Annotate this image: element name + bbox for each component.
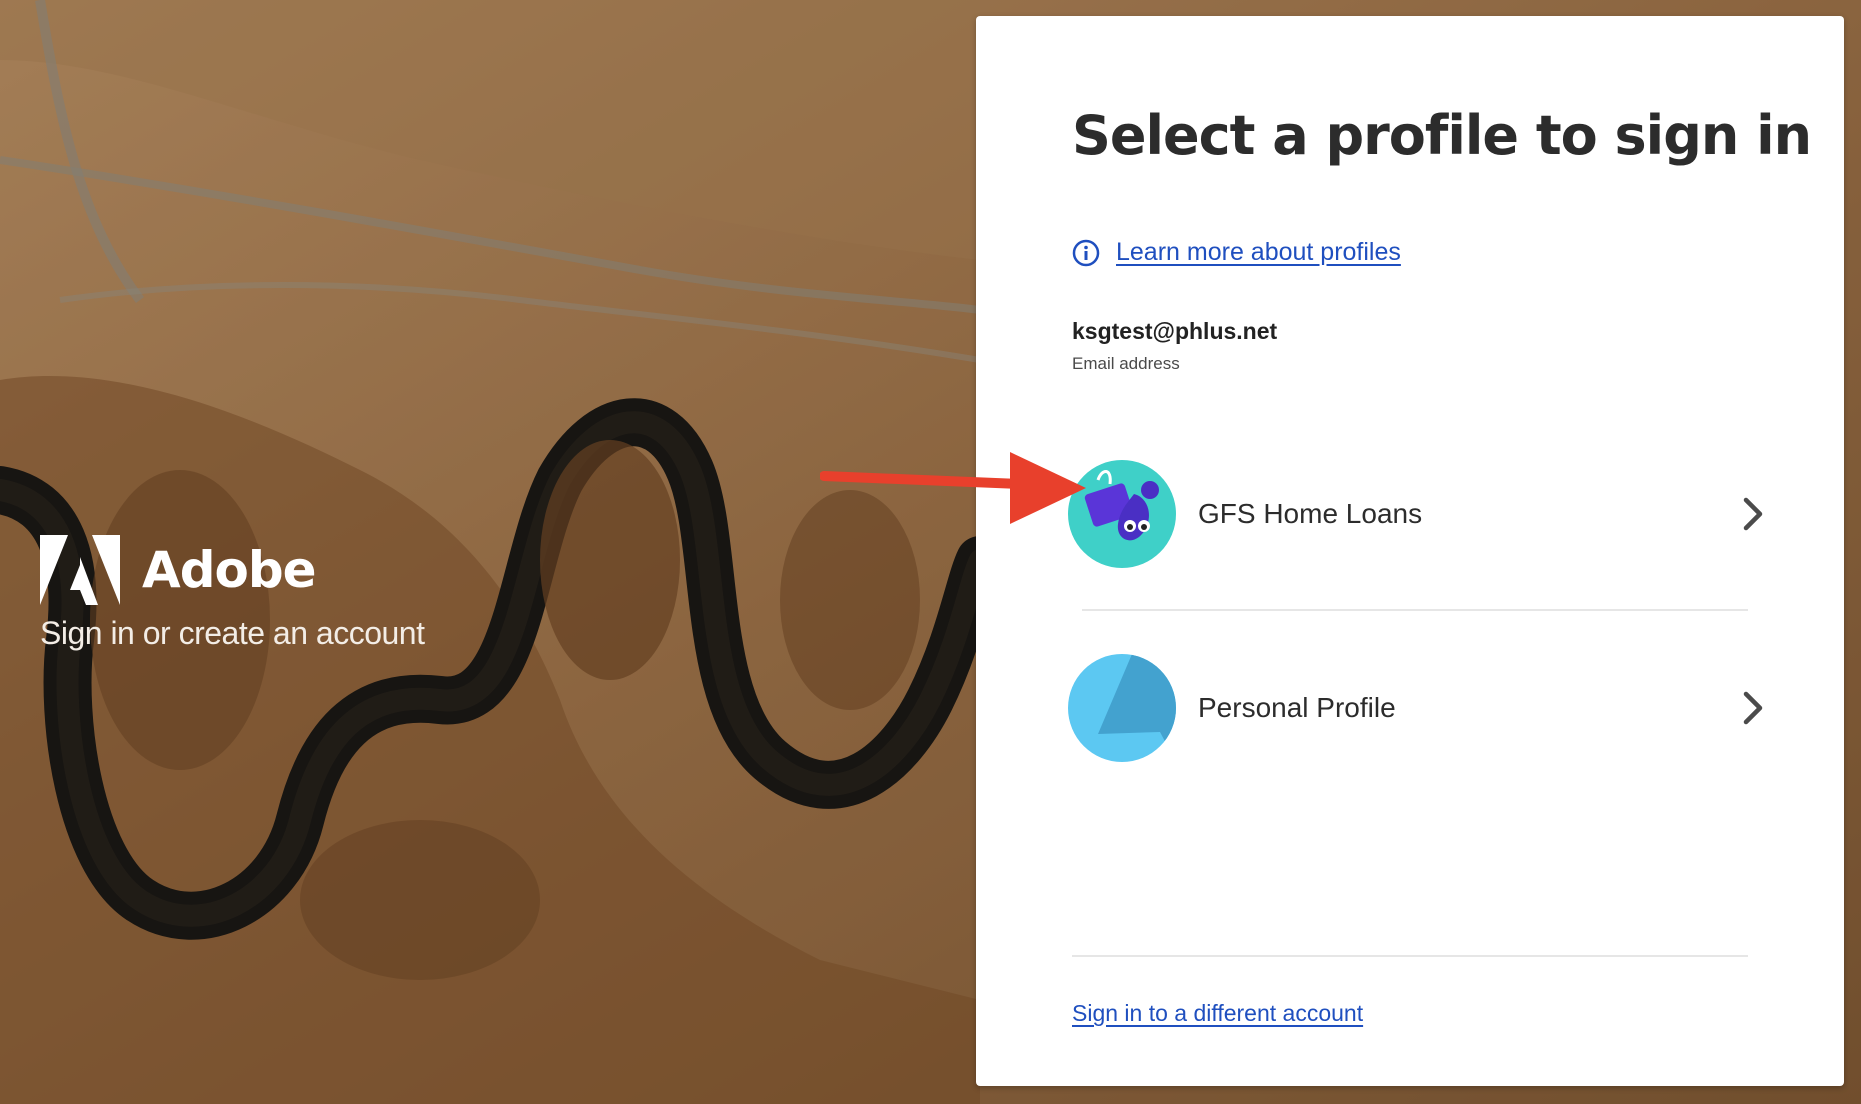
email-label: Email address [1072,354,1180,373]
brand-row: Adobe [40,535,424,605]
profile-name: Personal Profile [1198,692,1396,723]
profile-option-personal[interactable]: Personal Profile [1068,652,1768,764]
page-title: Select a profile to sign in [1072,104,1812,167]
blue-triangle-avatar-icon [1068,654,1176,762]
adobe-logo-icon [40,535,120,605]
profile-selection-card: Select a profile to sign in Learn more a… [976,16,1844,1086]
profile-name: GFS Home Loans [1198,498,1423,529]
brand-tagline: Sign in or create an account [40,615,425,651]
chevron-right-icon [1738,688,1768,728]
account-email: ksgtest@phlus.net [1072,318,1278,344]
info-icon [1072,239,1100,267]
footer-divider [1072,955,1748,957]
learn-more-link[interactable]: Learn more about profiles [1072,238,1401,267]
chevron-right-icon [1738,494,1768,534]
adobe-branding: Adobe Sign in or create an account [40,535,425,652]
profile-divider [1082,609,1748,611]
annotation-arrow-icon [820,448,1090,538]
profile-option-gfs-home-loans[interactable]: GFS Home Loans [1068,458,1768,570]
sign-in-different-account-link[interactable]: Sign in to a different account [1072,1000,1363,1027]
brand-name: Adobe [142,541,317,599]
learn-more-text[interactable]: Learn more about profiles [1116,238,1401,267]
